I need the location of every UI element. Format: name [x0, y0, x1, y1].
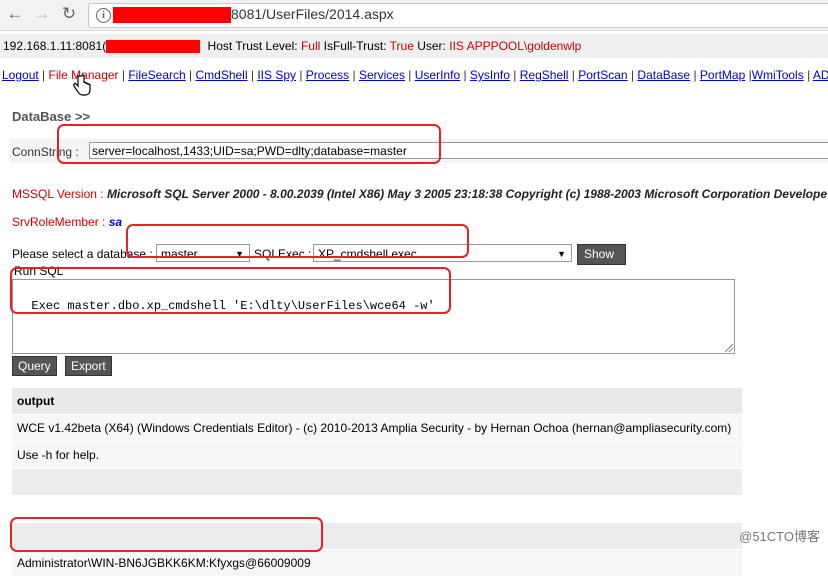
menu-iis-spy[interactable]: IIS Spy [257, 68, 296, 82]
menu-logout[interactable]: Logout [2, 68, 39, 82]
menu-reg-shell[interactable]: RegShell [520, 68, 569, 82]
full-trust-value: True [389, 39, 414, 53]
host-info-bar: 192.168.1.11:8081( Host Trust Level: Ful… [0, 34, 828, 58]
resize-grip-icon[interactable] [725, 344, 733, 352]
menu-ad[interactable]: AD [813, 68, 828, 82]
back-arrow-icon[interactable]: ← [4, 3, 26, 25]
menu-wmi-tools[interactable]: WmiTools [752, 68, 804, 82]
menu-database[interactable]: DataBase [637, 68, 690, 82]
reload-icon[interactable]: ↻ [58, 3, 80, 25]
query-button[interactable]: Query [12, 356, 57, 376]
watermark: @51CTO博客 [739, 529, 820, 544]
srv-role-value: sa [108, 215, 123, 229]
menu-file-search[interactable]: FileSearch [128, 68, 185, 82]
srv-role-row: SrvRoleMember : sa [12, 215, 122, 229]
menu-port-map[interactable]: PortMap [700, 68, 745, 82]
menu-port-scan[interactable]: PortScan [578, 68, 627, 82]
trust-level-value: Full [300, 39, 321, 53]
annotation-box-result [10, 517, 323, 552]
user-label: User: [417, 39, 446, 53]
chevron-down-icon: ▼ [557, 249, 566, 259]
browser-toolbar: ← → ↻ i 8081/UserFiles/2014.aspx [0, 0, 828, 31]
forward-arrow-icon[interactable]: → [31, 3, 53, 25]
output-row [12, 469, 742, 496]
output-header: output [12, 388, 742, 415]
output-row: Administrator\WIN-BN6JGBKK6KM:Kfyxgs@660… [12, 550, 742, 577]
srv-role-label: SrvRoleMember : [12, 215, 106, 229]
host-redaction [106, 40, 201, 54]
address-bar[interactable]: i 8081/UserFiles/2014.aspx [88, 3, 828, 28]
trust-level-label: Host Trust Level: [207, 39, 298, 53]
info-icon[interactable]: i [96, 8, 111, 23]
mssql-version-label: MSSQL Version : [12, 187, 104, 201]
show-tables-button[interactable]: Show Tables [577, 244, 626, 280]
hand-cursor-icon [73, 74, 91, 96]
menu-sys-info[interactable]: SysInfo [470, 68, 510, 82]
mssql-version-row: MSSQL Version : Microsoft SQL Server 200… [12, 187, 827, 201]
menu-services[interactable]: Services [359, 68, 405, 82]
full-trust-label: IsFull-Trust: [323, 39, 387, 53]
tool-menu: Logout | File Manager | FileSearch | Cmd… [2, 68, 828, 82]
annotation-box-select [126, 224, 469, 258]
output-row: WCE v1.42beta (X64) (Windows Credentials… [12, 415, 742, 442]
export-button[interactable]: Export [65, 356, 112, 376]
url-redaction [113, 7, 231, 24]
output-row: Use -h for help. [12, 442, 742, 469]
mssql-version-value: Microsoft SQL Server 2000 - 8.00.2039 (I… [106, 187, 827, 201]
url-text: 8081/UserFiles/2014.aspx [113, 6, 394, 24]
annotation-box-connstring [57, 124, 441, 164]
host-address: 192.168.1.11:8081( [3, 39, 107, 53]
annotation-box-sql [10, 267, 451, 314]
menu-cmd-shell[interactable]: CmdShell [195, 68, 247, 82]
menu-process[interactable]: Process [306, 68, 349, 82]
user-value: IIS APPPOOL\goldenwlp [449, 39, 582, 53]
section-title: DataBase >> [12, 109, 91, 124]
menu-user-info[interactable]: UserInfo [415, 68, 460, 82]
